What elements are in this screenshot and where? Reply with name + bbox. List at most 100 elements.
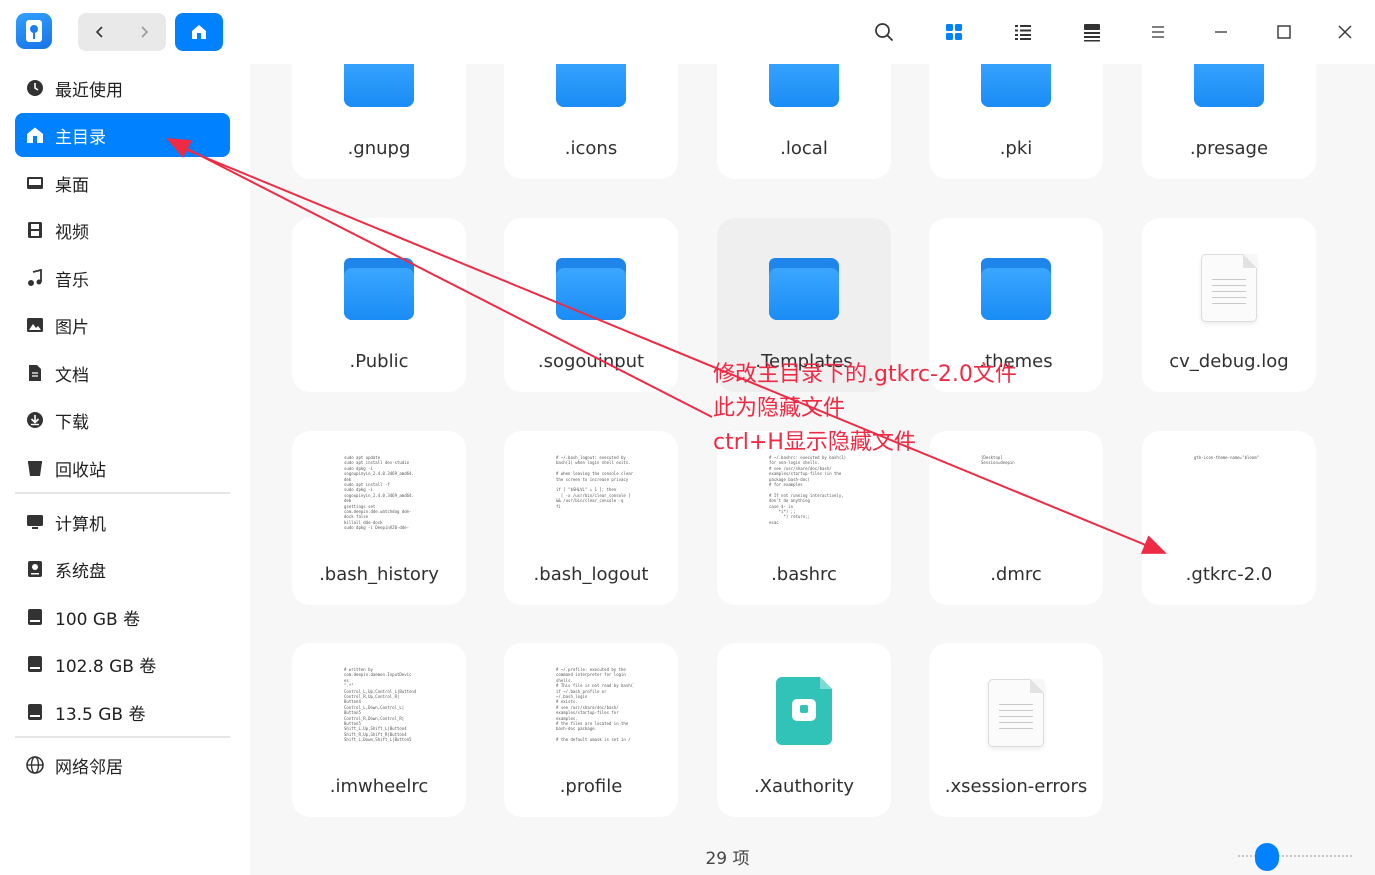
file-tile[interactable]: .presage [1142, 64, 1316, 179]
sidebar-item-label: 回收站 [55, 460, 106, 481]
sidebar-item-label: 视频 [55, 222, 89, 243]
detail-view-button[interactable] [1074, 14, 1110, 50]
minimize-icon [1215, 31, 1227, 33]
text-preview: # ~/.bash_logout: executed by bash(1) wh… [556, 455, 634, 509]
file-name: .sogouinput [537, 351, 645, 372]
sidebar-item-pictures[interactable]: 图片 [15, 303, 230, 347]
file-tile[interactable]: .xsession-errors [929, 643, 1103, 817]
picture-icon [25, 315, 45, 335]
sidebar-item-system-disk[interactable]: 系统盘 [15, 547, 230, 591]
file-tile[interactable]: .sogouinput [504, 218, 678, 392]
grid-view-icon [946, 24, 962, 40]
sidebar-divider [15, 492, 230, 494]
folder-icon [769, 64, 839, 107]
sidebar-item-trash[interactable]: 回收站 [15, 446, 230, 490]
minimize-button[interactable] [1203, 14, 1239, 50]
grid-view-button[interactable] [936, 14, 972, 50]
file-name: .presage [1189, 138, 1269, 159]
search-button[interactable] [866, 14, 902, 50]
forward-button[interactable] [122, 13, 166, 51]
file-tile[interactable]: .Public [292, 218, 466, 392]
file-tile[interactable]: # ~/.bash_logout: executed by bash(1) wh… [504, 431, 678, 605]
search-icon [875, 23, 894, 42]
text-preview: # written by com.deepin.daemon.InputDevi… [344, 667, 417, 743]
file-tile[interactable]: .local [717, 64, 891, 179]
annotation-line: 此为隐藏文件 [713, 396, 846, 421]
history-nav [78, 13, 166, 51]
download-icon [25, 410, 45, 430]
sidebar-item-music[interactable]: 音乐 [15, 256, 230, 300]
file-view: .gnupg .icons .local .pki .presage .Publ… [250, 64, 1375, 875]
sidebar-item-label: 13.5 GB 卷 [55, 704, 146, 725]
clock-icon [25, 78, 45, 98]
sidebar-item-volume-100gb[interactable]: 100 GB 卷 [15, 595, 230, 639]
maximize-icon [1277, 25, 1291, 39]
sidebar-item-label: 文档 [55, 365, 89, 386]
text-preview: [Desktop] Session=deepin [981, 455, 1015, 466]
sidebar-item-videos[interactable]: 视频 [15, 208, 230, 252]
file-tile[interactable]: .Xauthority [717, 643, 891, 817]
file-tile[interactable]: .gnupg [292, 64, 466, 179]
file-tile[interactable]: sudo apt update sudo apt install dev-stu… [292, 431, 466, 605]
sidebar-item-documents[interactable]: 文档 [15, 351, 230, 395]
document-icon [988, 679, 1044, 747]
file-tile[interactable]: # written by com.deepin.daemon.InputDevi… [292, 643, 466, 817]
folder-icon [981, 64, 1051, 107]
file-name: .pki [999, 138, 1033, 159]
folder-icon [769, 258, 839, 320]
text-preview: gtk-icon-theme-name="bloom" [1194, 455, 1260, 460]
home-icon [25, 125, 45, 145]
main-menu-button[interactable] [1140, 14, 1176, 50]
file-name: cv_debug.log [1169, 351, 1289, 372]
sidebar: 最近使用 主目录 桌面 视频 音乐 图片 文档 下载 回收站 计算机 系统盘 1… [0, 64, 250, 875]
file-manager-logo [16, 13, 52, 49]
file-tile[interactable]: .pki [929, 64, 1103, 179]
computer-icon [25, 512, 45, 532]
zoom-slider-handle[interactable] [1255, 843, 1279, 871]
desktop-icon [25, 173, 45, 193]
sidebar-item-volume-102gb[interactable]: 102.8 GB 卷 [15, 642, 230, 686]
file-tile[interactable]: gtk-icon-theme-name="bloom" .gtkrc-2.0 [1142, 431, 1316, 605]
sidebar-item-label: 系统盘 [55, 561, 106, 582]
list-view-button[interactable] [1005, 14, 1041, 50]
close-button[interactable] [1327, 14, 1363, 50]
detail-view-icon [1084, 24, 1100, 42]
back-button[interactable] [78, 13, 122, 51]
sidebar-item-computer[interactable]: 计算机 [15, 500, 230, 544]
document-icon [1201, 254, 1257, 322]
sidebar-item-downloads[interactable]: 下载 [15, 398, 230, 442]
annotation-text: 修改主目录下的.gtkrc-2.0文件 此为隐藏文件 ctrl+H显示隐藏文件 [713, 358, 1017, 460]
sidebar-item-home[interactable]: 主目录 [15, 113, 230, 157]
text-preview: # ~/.profile: executed by the command in… [556, 667, 634, 743]
sidebar-item-label: 计算机 [55, 514, 106, 535]
file-name: .bashrc [771, 564, 837, 585]
file-name: .local [780, 138, 828, 159]
file-name: .profile [559, 776, 623, 797]
sidebar-item-volume-13gb[interactable]: 13.5 GB 卷 [15, 690, 230, 734]
document-icon [25, 363, 45, 383]
sidebar-item-label: 图片 [55, 317, 89, 338]
folder-icon [344, 64, 414, 107]
sidebar-item-label: 主目录 [55, 127, 106, 148]
sidebar-item-label: 100 GB 卷 [55, 609, 141, 630]
file-tile[interactable]: # ~/.profile: executed by the command in… [504, 643, 678, 817]
sidebar-item-network[interactable]: 网络邻居 [15, 743, 230, 787]
file-name: .icons [564, 138, 618, 159]
xauthority-icon [776, 677, 832, 745]
home-crumb-button[interactable] [175, 13, 223, 51]
sidebar-divider [15, 736, 230, 738]
file-tile[interactable]: .icons [504, 64, 678, 179]
folder-icon [556, 64, 626, 107]
file-tile[interactable]: cv_debug.log [1142, 218, 1316, 392]
text-preview: # ~/.bashrc: executed by bash(1) for non… [769, 455, 847, 525]
music-icon [25, 268, 45, 288]
file-name: .dmrc [990, 564, 1042, 585]
sidebar-item-label: 桌面 [55, 175, 89, 196]
maximize-button[interactable] [1266, 14, 1302, 50]
video-icon [25, 220, 45, 240]
close-icon [1338, 25, 1352, 39]
file-name: .bash_history [319, 564, 439, 585]
sidebar-item-recent[interactable]: 最近使用 [15, 66, 230, 110]
sidebar-item-desktop[interactable]: 桌面 [15, 161, 230, 205]
file-name: .bash_logout [533, 564, 649, 585]
